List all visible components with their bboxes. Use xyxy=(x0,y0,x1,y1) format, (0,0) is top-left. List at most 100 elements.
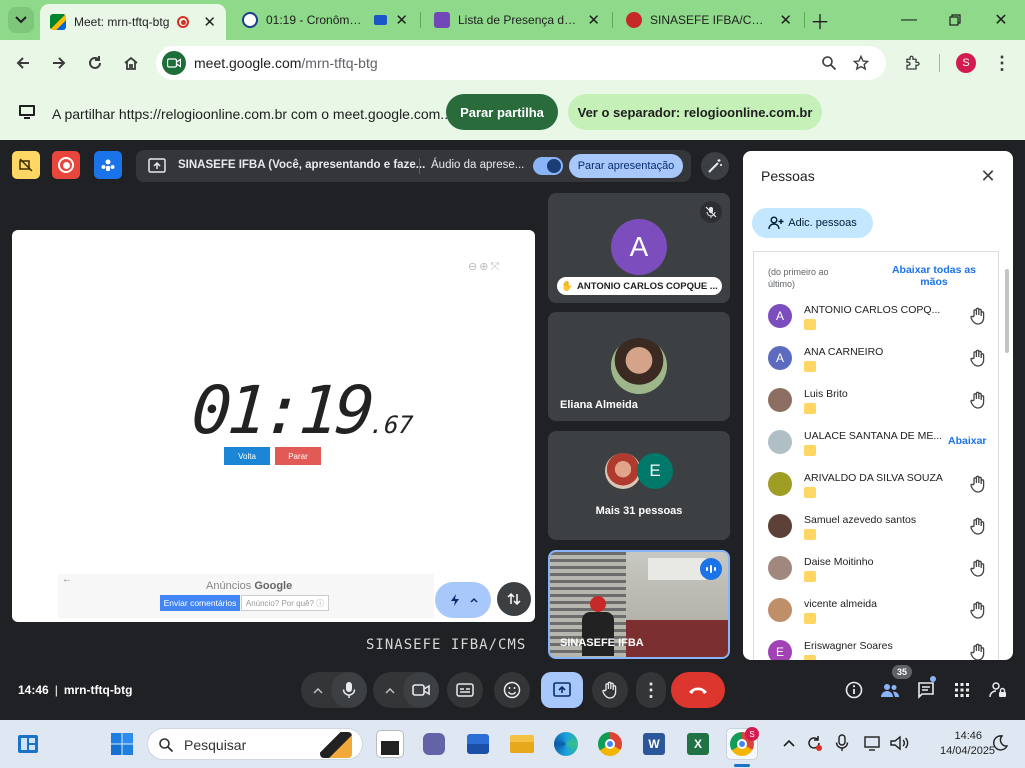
lower-hand-icon[interactable] xyxy=(970,306,986,326)
presentation-audio-toggle[interactable] xyxy=(533,157,563,175)
do-not-disturb-icon[interactable] xyxy=(990,733,1010,753)
participant-row[interactable]: UALACE SANTANA DE ME... Abaixar xyxy=(754,422,998,464)
close-tab-icon[interactable]: ✕ xyxy=(203,13,216,31)
browser-menu-button[interactable]: ⋮ xyxy=(992,52,1012,74)
camera-options-button[interactable] xyxy=(381,682,399,700)
file-explorer-icon[interactable] xyxy=(508,730,536,758)
participant-row[interactable]: ARIVALDO DA SILVA SOUZA xyxy=(754,464,998,506)
more-participants-tile[interactable]: E Mais 31 pessoas xyxy=(548,431,730,540)
tab-search-button[interactable] xyxy=(8,7,34,33)
chrome-icon[interactable] xyxy=(596,730,624,758)
lap-button[interactable]: Volta xyxy=(224,447,270,465)
presenting-bar: SINASEFE IFBA (Você, apresentando e faze… xyxy=(136,150,691,182)
send-feedback-button[interactable]: Enviar comentários xyxy=(160,595,240,611)
camera-button[interactable] xyxy=(403,672,439,708)
view-shared-tab-button[interactable]: Ver o separador: relogioonline.com.br xyxy=(568,94,822,130)
participant-row[interactable]: Daise Moitinho xyxy=(754,548,998,590)
profile-avatar[interactable]: S xyxy=(956,53,976,73)
close-tab-icon[interactable]: ✕ xyxy=(779,11,792,29)
task-view-icon[interactable] xyxy=(376,730,404,758)
meeting-details-button[interactable] xyxy=(842,678,866,702)
self-view-tile[interactable]: SINASEFE IFBA xyxy=(548,550,730,659)
teams-chat-icon[interactable] xyxy=(420,730,448,758)
volume-icon[interactable] xyxy=(888,733,910,753)
tab-cronometro[interactable]: 01:19 - Cronômetro ✕ xyxy=(232,6,418,34)
why-this-ad-button[interactable]: Anúncio? Por quê? ⓘ xyxy=(241,595,329,611)
reactions-button[interactable] xyxy=(494,672,530,708)
store-icon[interactable] xyxy=(464,730,492,758)
present-now-button[interactable] xyxy=(541,672,583,708)
screen-tools-button[interactable] xyxy=(435,582,491,618)
taskbar-clock[interactable]: 14:46 14/04/2025 xyxy=(940,729,995,759)
restore-button[interactable] xyxy=(932,0,978,40)
taskbar-search[interactable]: Pesquisar xyxy=(147,728,363,760)
captions-button[interactable] xyxy=(447,672,483,708)
participant-tile-eliana[interactable]: Eliana Almeida xyxy=(548,312,730,421)
stopwatch-window-controls[interactable]: ⊖⊕⤧ xyxy=(468,260,501,274)
mic-options-button[interactable] xyxy=(309,682,327,700)
leave-call-button[interactable] xyxy=(671,672,725,708)
widgets-icon[interactable] xyxy=(16,732,40,756)
network-icon[interactable] xyxy=(862,733,884,753)
close-tab-icon[interactable]: ✕ xyxy=(395,11,408,29)
lower-hand-icon[interactable] xyxy=(970,348,986,368)
chevron-down-icon xyxy=(15,16,27,24)
lower-hand-icon[interactable] xyxy=(970,390,986,410)
panel-scrollbar[interactable] xyxy=(1005,269,1009,353)
tab-meet[interactable]: Meet: mrn-tftq-btg ✕ xyxy=(40,4,226,40)
raise-hand-button[interactable] xyxy=(592,672,628,708)
whiteboard-button[interactable] xyxy=(12,151,40,179)
participant-row[interactable]: A ANA CARNEIRO xyxy=(754,338,998,380)
add-people-button[interactable]: Adic. pessoas xyxy=(752,208,873,238)
reload-button[interactable] xyxy=(80,48,110,78)
close-tab-icon[interactable]: ✕ xyxy=(587,11,600,29)
extensions-button[interactable] xyxy=(902,52,924,74)
more-options-button[interactable]: ⋮ xyxy=(636,672,666,708)
swap-layout-button[interactable] xyxy=(497,582,531,616)
edge-browser-icon[interactable] xyxy=(552,730,580,758)
participant-row[interactable]: E Eriswagner Soares xyxy=(754,632,998,660)
close-panel-button[interactable]: ✕ xyxy=(977,165,999,187)
bookmark-button[interactable] xyxy=(852,54,870,72)
host-controls-button[interactable] xyxy=(94,151,122,179)
microphone-button[interactable] xyxy=(331,672,367,708)
participant-row[interactable]: vicente almeida xyxy=(754,590,998,632)
participant-row[interactable]: Samuel azevedo santos xyxy=(754,506,998,548)
lower-hand-icon[interactable] xyxy=(970,600,986,620)
back-arrow-icon[interactable]: ← xyxy=(62,574,72,585)
lower-hand-button[interactable]: Abaixar xyxy=(948,435,987,447)
tab-sinasefe[interactable]: SINASEFE IFBA/CMS - ✕ xyxy=(616,6,802,34)
site-info-icon[interactable] xyxy=(162,51,186,75)
participant-row[interactable]: A ANTONIO CARLOS COPQ... xyxy=(754,296,998,338)
visual-effects-button[interactable] xyxy=(701,152,729,180)
microphone-tray-icon[interactable] xyxy=(832,733,852,753)
new-tab-button[interactable]: ＋ xyxy=(808,8,832,34)
close-window-button[interactable]: ✕ xyxy=(978,0,1024,40)
sync-icon[interactable] xyxy=(804,733,824,753)
people-button[interactable] xyxy=(878,678,902,702)
address-bar[interactable]: meet.google.com/mrn-tftq-btg xyxy=(156,46,886,80)
stop-sharing-button[interactable]: Parar partilha xyxy=(446,94,558,130)
home-button[interactable] xyxy=(116,48,146,78)
activities-button[interactable] xyxy=(950,678,974,702)
stop-presenting-button[interactable]: Parar apresentação xyxy=(569,154,683,178)
lower-hand-icon[interactable] xyxy=(970,474,986,494)
lower-hand-icon[interactable] xyxy=(970,642,986,660)
zoom-button[interactable] xyxy=(820,54,838,72)
stop-stopwatch-button[interactable]: Parar xyxy=(275,447,321,465)
lower-hand-icon[interactable] xyxy=(970,516,986,536)
participant-row[interactable]: Luis Brito xyxy=(754,380,998,422)
lower-all-hands-button[interactable]: Abaixar todas as mãos xyxy=(886,264,982,288)
start-button[interactable] xyxy=(110,732,134,756)
back-button[interactable] xyxy=(8,48,38,78)
host-controls-lock-button[interactable] xyxy=(986,678,1010,702)
tray-overflow-button[interactable] xyxy=(780,734,798,752)
lower-hand-icon[interactable] xyxy=(970,558,986,578)
excel-icon[interactable]: X xyxy=(684,730,712,758)
recording-button[interactable] xyxy=(52,151,80,179)
tab-lista-presenca[interactable]: Lista de Presença da A ✕ xyxy=(424,6,610,34)
minimize-button[interactable]: — xyxy=(886,0,932,40)
word-icon[interactable]: W xyxy=(640,730,668,758)
forward-button[interactable] xyxy=(44,48,74,78)
participant-tile-antonio[interactable]: A ✋ ANTONIO CARLOS COPQUE ... xyxy=(548,193,730,303)
